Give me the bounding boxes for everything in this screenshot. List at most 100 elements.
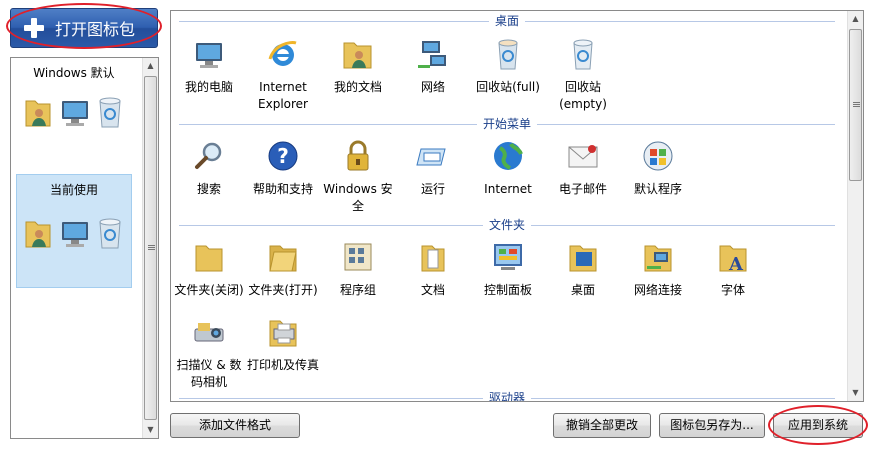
- email-icon: [568, 145, 598, 168]
- icon-label: 电子邮件: [558, 182, 607, 196]
- icon-label: 控制面板: [483, 283, 532, 297]
- icon-item[interactable]: 我的电脑: [171, 37, 247, 96]
- documents-icon: [421, 245, 445, 272]
- icon-item[interactable]: 桌面: [545, 240, 621, 299]
- icon-item[interactable]: Windows 安全: [320, 139, 396, 215]
- add-file-format-button[interactable]: 添加文件格式: [170, 413, 300, 438]
- revert-all-changes-button[interactable]: 撤销全部更改: [553, 413, 651, 438]
- icon-item[interactable]: 控制面板: [470, 240, 546, 299]
- icon-item[interactable]: Internet: [470, 139, 546, 198]
- control-panel-icon: [494, 244, 522, 270]
- left-scrollbar[interactable]: ▲ ▼: [142, 58, 158, 438]
- pack-name: Windows 默认: [33, 66, 115, 80]
- program-group-icon: [344, 243, 372, 271]
- user-folder-icon: [343, 42, 372, 69]
- svg-text:?: ?: [277, 144, 289, 168]
- open-icon-pack-button[interactable]: 打开图标包: [10, 8, 158, 48]
- section-title: 文件夹: [482, 218, 532, 232]
- save-pack-as-button[interactable]: 图标包另存为...: [659, 413, 765, 438]
- computer-icon: [196, 43, 222, 68]
- icon-item[interactable]: A 字体: [695, 240, 771, 299]
- icon-item[interactable]: 默认程序: [620, 139, 696, 198]
- scroll-down-arrow-icon[interactable]: ▼: [848, 385, 863, 401]
- icon-item[interactable]: 文件夹(关闭): [171, 240, 247, 299]
- icon-item[interactable]: 运行: [395, 139, 471, 198]
- internet-explorer-icon: [268, 41, 297, 66]
- icon-label: 我的电脑: [184, 80, 233, 94]
- search-magnifier-icon: [195, 142, 222, 169]
- icon-item[interactable]: ? 帮助和支持: [245, 139, 321, 198]
- scroll-down-arrow-icon[interactable]: ▼: [143, 422, 158, 438]
- recycle-bin-full-icon: [498, 39, 518, 70]
- icon-label: 文档: [420, 283, 445, 297]
- icon-grid-panel: 桌面 我的电脑 Internet Explorer 我的文档 网络 回收站(fu…: [170, 10, 864, 402]
- icon-item[interactable]: 回收站 (empty): [545, 37, 621, 113]
- globe-icon: [494, 142, 523, 170]
- recycle-bin-empty-icon: [573, 39, 593, 70]
- help-icon: ?: [268, 141, 298, 171]
- user-folder-icon: [25, 100, 51, 127]
- icon-label: 回收站 (empty): [559, 80, 607, 111]
- icon-label: 文件夹(关闭): [174, 283, 244, 297]
- icon-item[interactable]: 回收站(full): [470, 37, 546, 96]
- plus-icon: [23, 17, 45, 39]
- run-icon: [416, 148, 446, 166]
- icon-label: 默认程序: [633, 182, 682, 196]
- icon-label: 我的文档: [333, 80, 382, 94]
- icon-label: 字体: [720, 283, 745, 297]
- section-title: 驱动器: [482, 391, 532, 401]
- section-title: 桌面: [488, 14, 526, 28]
- icon-pack-list[interactable]: Windows 默认 当前使用 ▲ ▼: [10, 57, 159, 439]
- folder-open-icon: [269, 245, 297, 272]
- icon-item[interactable]: 网络连接: [620, 240, 696, 299]
- icon-item[interactable]: 文件夹(打开): [245, 240, 321, 299]
- icon-item[interactable]: 我的文档: [320, 37, 396, 96]
- network-connections-icon: [644, 245, 672, 272]
- computer-icon: [62, 222, 88, 247]
- icon-label: Windows 安全: [323, 182, 393, 213]
- default-programs-icon: [643, 141, 673, 171]
- scroll-thumb[interactable]: [144, 76, 157, 420]
- section-desktop: 桌面: [179, 14, 835, 28]
- folder-closed-icon: [195, 245, 223, 272]
- icon-item[interactable]: 网络: [395, 37, 471, 96]
- printer-fax-icon: [269, 320, 297, 347]
- pack-item-windows-default[interactable]: Windows 默认: [16, 64, 132, 150]
- open-icon-pack-label: 打开图标包: [55, 20, 136, 39]
- icon-label: 文件夹(打开): [248, 283, 318, 297]
- svg-text:A: A: [728, 254, 744, 274]
- security-lock-icon: [347, 140, 369, 171]
- section-drives: 驱动器: [179, 391, 835, 401]
- fonts-folder-icon: A: [719, 245, 747, 275]
- icon-item[interactable]: Internet Explorer: [245, 37, 321, 113]
- right-scrollbar[interactable]: ▲ ▼: [847, 11, 863, 401]
- section-start-menu: 开始菜单: [179, 117, 835, 131]
- icon-label: 打印机及传真: [246, 358, 319, 372]
- icon-label: 帮助和支持: [252, 182, 313, 196]
- icon-item[interactable]: 程序组: [320, 240, 396, 299]
- icon-item[interactable]: 打印机及传真: [245, 315, 321, 374]
- icon-label: 网络: [420, 80, 445, 94]
- icon-item[interactable]: 电子邮件: [545, 139, 621, 198]
- icon-label: 搜索: [196, 182, 221, 196]
- scanner-camera-icon: [194, 323, 224, 342]
- icon-item[interactable]: 扫描仪 & 数码相机: [171, 315, 247, 391]
- icon-label: 桌面: [570, 283, 595, 297]
- section-folders: 文件夹: [179, 218, 835, 232]
- scroll-thumb[interactable]: [849, 29, 862, 181]
- apply-to-system-button[interactable]: 应用到系统: [773, 413, 863, 438]
- scroll-up-arrow-icon[interactable]: ▲: [143, 58, 158, 74]
- recycle-bin-icon: [99, 97, 121, 128]
- network-icon: [418, 41, 446, 68]
- icon-item[interactable]: 文档: [395, 240, 471, 299]
- pack-name: 当前使用: [49, 183, 98, 197]
- pack-item-current[interactable]: 当前使用: [16, 174, 132, 288]
- recycle-bin-icon: [99, 218, 121, 249]
- scroll-up-arrow-icon[interactable]: ▲: [848, 11, 863, 27]
- icon-item[interactable]: 搜索: [171, 139, 247, 198]
- icon-label: 回收站(full): [476, 80, 540, 94]
- icon-label: 程序组: [339, 283, 376, 297]
- section-title: 开始菜单: [476, 117, 538, 131]
- icon-label: Internet: [484, 182, 532, 196]
- icon-label: 扫描仪 & 数码相机: [176, 358, 242, 389]
